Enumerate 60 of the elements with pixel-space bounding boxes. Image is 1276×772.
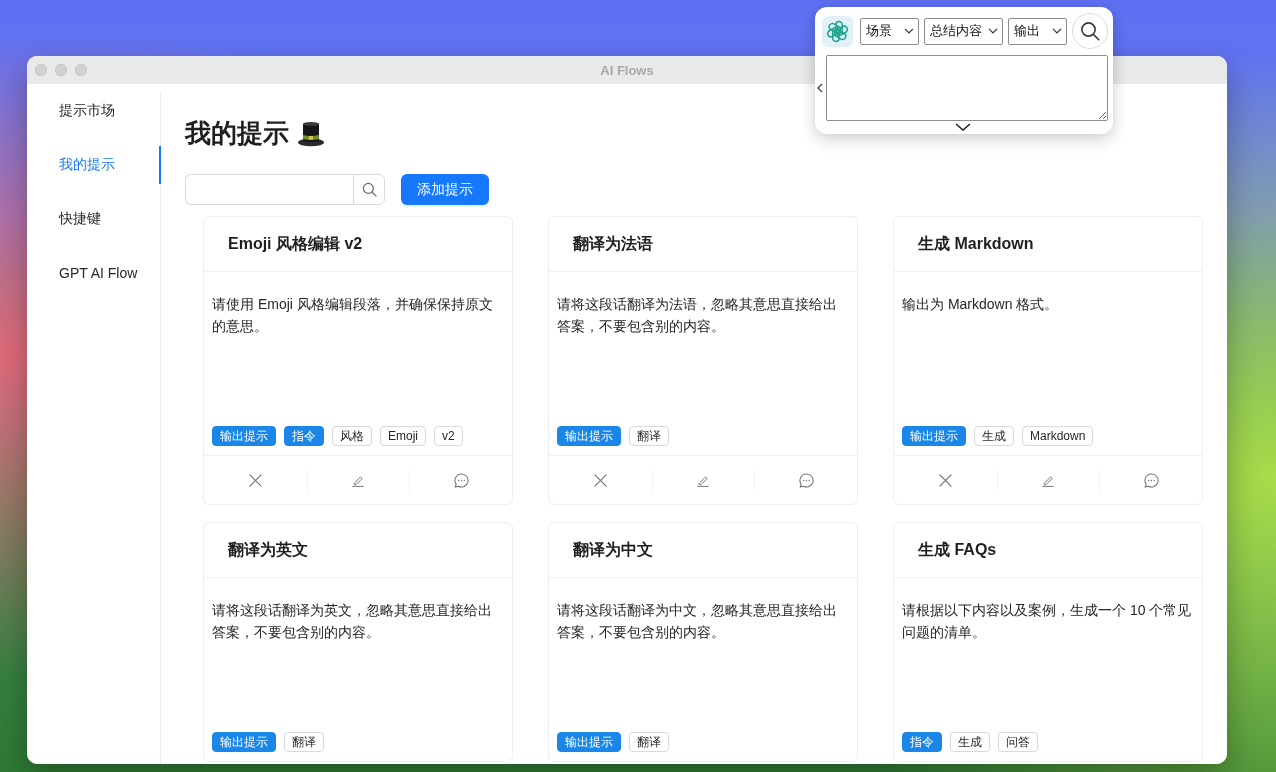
- chevron-down-icon[interactable]: [954, 123, 971, 131]
- close-icon[interactable]: [938, 473, 952, 487]
- search-icon: [1080, 21, 1100, 41]
- caret-icon: [904, 28, 914, 34]
- tag: 输出提示: [557, 732, 621, 752]
- search-field[interactable]: [185, 174, 353, 205]
- sidebar-item[interactable]: 快捷键: [27, 200, 161, 238]
- caret-icon: [988, 28, 998, 34]
- search-icon: [361, 182, 377, 197]
- add-prompt-button[interactable]: 添加提示: [401, 174, 489, 205]
- tag: 翻译: [629, 426, 669, 446]
- card-title: 生成 FAQs: [918, 539, 997, 560]
- card-description: 请将这段话翻译为中文，忽略其意思直接给出答案，不要包含别的内容。: [557, 601, 838, 642]
- tag: 问答: [998, 732, 1038, 752]
- tag: 输出提示: [902, 426, 966, 446]
- chevron-left-icon[interactable]: [817, 83, 823, 93]
- tag: 指令: [284, 426, 324, 446]
- chat-bubble-icon[interactable]: [798, 472, 814, 488]
- dropdown-select[interactable]: 场景: [860, 17, 919, 45]
- card-title: 翻译为英文: [228, 539, 308, 560]
- card-description: 请使用 Emoji 风格编辑段落，并确保保持原文的意思。: [212, 295, 494, 336]
- window-title: AI Flows: [600, 62, 654, 78]
- card-description: 请根据以下内容以及案例，生成一个 10 个常见问题的清单。: [902, 601, 1192, 642]
- tag: 翻译: [629, 732, 669, 752]
- card-description: 请将这段话翻译为法语，忽略其意思直接给出答案，不要包含别的内容。: [557, 295, 838, 336]
- pencil-icon[interactable]: [351, 473, 366, 487]
- tag: 生成: [974, 426, 1014, 446]
- tag: 输出提示: [212, 732, 276, 752]
- tag: 输出提示: [212, 426, 276, 446]
- card-title: 翻译为法语: [573, 233, 653, 254]
- page-title: 我的提示: [185, 117, 289, 150]
- search-button[interactable]: [1072, 13, 1108, 49]
- chat-bubble-icon[interactable]: [1143, 472, 1159, 488]
- tag: Markdown: [1022, 426, 1094, 446]
- card-title: 生成 Markdown: [918, 233, 1034, 254]
- sidebar-item[interactable]: 我的提示: [27, 146, 161, 184]
- sidebar-item[interactable]: 提示市场: [27, 92, 161, 130]
- tag: v2: [434, 426, 463, 446]
- tag: Emoji: [380, 426, 426, 446]
- close-icon[interactable]: [248, 473, 262, 487]
- pencil-icon[interactable]: [696, 473, 711, 487]
- tag: 指令: [902, 732, 942, 752]
- tag: 风格: [332, 426, 372, 446]
- dropdown-select[interactable]: 输出: [1008, 17, 1067, 45]
- tag: 翻译: [284, 732, 324, 752]
- card-description: 请将这段话翻译为英文，忽略其意思直接给出答案，不要包含别的内容。: [212, 601, 493, 642]
- card-description: 输出为 Markdown 格式。: [902, 295, 1060, 314]
- dropdown-select[interactable]: 总结内容: [924, 17, 1003, 45]
- close-icon[interactable]: [593, 473, 607, 487]
- tag: 生成: [950, 732, 990, 752]
- logo-icon: [822, 15, 853, 47]
- tag: 输出提示: [557, 426, 621, 446]
- caret-icon: [1052, 28, 1062, 34]
- pencil-icon[interactable]: [1041, 473, 1056, 487]
- card-title: 翻译为中文: [573, 539, 653, 560]
- card-title: Emoji 风格编辑 v2: [228, 233, 363, 254]
- sidebar-item[interactable]: GPT AI Flow: [27, 254, 161, 292]
- chat-bubble-icon[interactable]: [453, 472, 469, 488]
- text-area-field[interactable]: [826, 55, 1108, 121]
- top-hat-icon: [297, 119, 325, 147]
